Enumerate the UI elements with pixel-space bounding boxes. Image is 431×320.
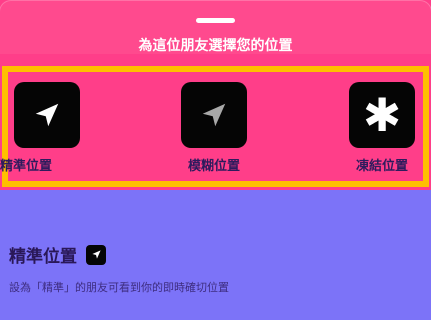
precise-location-label: 精準位置 [0, 159, 53, 174]
frozen-location-option[interactable]: ✱ 凍結位置 [349, 82, 415, 174]
detail-heading-text: 精準位置 [9, 247, 77, 267]
sheet-header: 為這位朋友選擇您的位置 [0, 0, 431, 54]
navigation-arrow-faded-icon [202, 103, 226, 127]
sheet-title: 為這位朋友選擇您的位置 [138, 38, 293, 54]
frozen-location-label: 凍結位置 [355, 159, 408, 174]
navigation-arrow-icon [91, 250, 101, 259]
detail-heading: 精準位置 [9, 242, 106, 267]
blurred-location-label: 模糊位置 [187, 159, 240, 174]
drag-handle[interactable] [196, 18, 235, 23]
detail-description: 設為「精準」的朋友可看到你的即時確切位置 [9, 281, 229, 294]
frozen-location-tile[interactable]: ✱ [349, 82, 415, 148]
detail-heading-badge [86, 244, 106, 265]
precise-location-tile[interactable] [14, 82, 80, 148]
precise-location-option[interactable]: 精準位置 [0, 82, 80, 174]
blurred-location-tile[interactable] [181, 82, 247, 148]
blurred-location-option[interactable]: 模糊位置 [181, 82, 247, 174]
asterisk-icon: ✱ [362, 88, 402, 142]
navigation-arrow-icon [35, 103, 59, 127]
